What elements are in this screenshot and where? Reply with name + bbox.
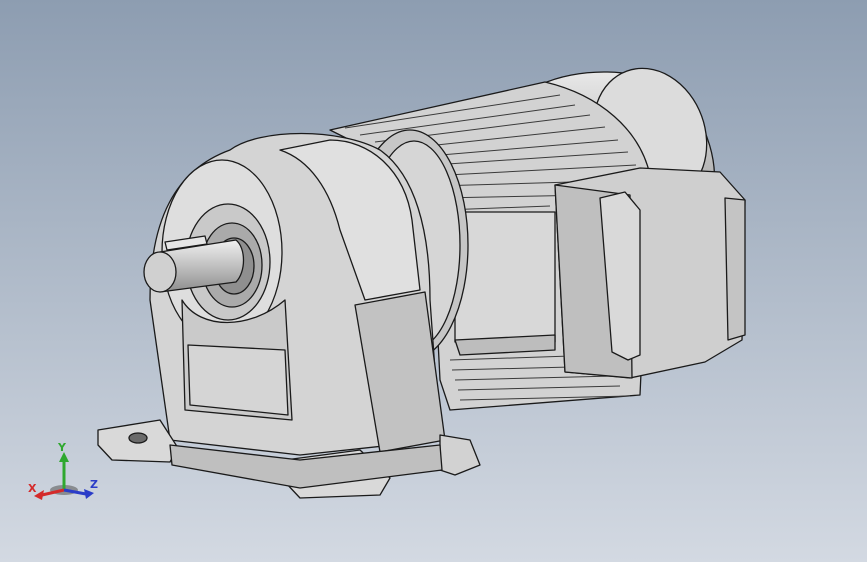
output-shaft-end — [143, 251, 177, 293]
mount-front-recess — [187, 344, 289, 416]
foot-left-hole — [128, 432, 148, 444]
graphics-viewport[interactable]: Y X Z — [0, 0, 867, 562]
motor-flat-band — [454, 211, 556, 343]
view-orientation-triad[interactable]: Y X Z — [20, 438, 110, 508]
triad-z-label: Z — [90, 478, 98, 491]
triad-y-label: Y — [57, 441, 67, 454]
triad-x-label: X — [28, 482, 37, 495]
terminal-box-side — [724, 197, 746, 341]
gearmotor-model[interactable] — [0, 0, 867, 562]
